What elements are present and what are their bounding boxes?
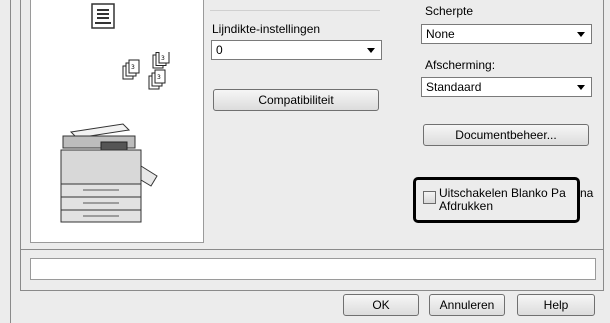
- chevron-down-icon: [577, 85, 585, 90]
- chevron-down-icon: [577, 32, 585, 37]
- svg-text:3: 3: [131, 64, 135, 71]
- sharpness-label: Scherpte: [425, 4, 474, 18]
- top-divider: [210, 10, 380, 11]
- svg-text:3: 3: [157, 74, 161, 81]
- sharpness-value: None: [426, 27, 455, 41]
- help-button[interactable]: Help: [517, 294, 595, 316]
- frame-left-line-inner: [20, 0, 21, 290]
- group-bottom-line: [20, 249, 604, 250]
- blank-pages-label-line2[interactable]: Afdrukken: [439, 199, 493, 213]
- info-text-box: [30, 258, 596, 280]
- page-layout-icon: [91, 3, 115, 29]
- paper-thickness-select[interactable]: 0: [211, 40, 382, 60]
- document-management-button[interactable]: Documentbeheer...: [423, 124, 589, 146]
- blank-pages-label-suffix: na: [580, 186, 594, 200]
- paper-thickness-label: Lijndikte-instellingen: [212, 22, 321, 36]
- smoothing-select[interactable]: Standaard: [421, 77, 592, 97]
- svg-text:3: 3: [161, 55, 165, 62]
- collated-copies-icon: 3 3 3: [122, 52, 170, 90]
- chevron-down-icon: [367, 48, 375, 53]
- smoothing-label: Afscherming:: [425, 58, 496, 72]
- frame-left-line: [10, 0, 11, 323]
- compatibility-button[interactable]: Compatibiliteit: [213, 89, 379, 111]
- printer-illustration: [60, 123, 158, 223]
- blank-pages-checkbox[interactable]: [423, 191, 436, 204]
- blank-pages-label-line1[interactable]: Uitschakelen Blanko Pa: [439, 186, 566, 200]
- paper-thickness-value: 0: [216, 43, 223, 57]
- ok-button[interactable]: OK: [343, 294, 419, 316]
- panel-bottom-line: [20, 290, 604, 291]
- frame-right-line: [603, 0, 604, 290]
- printer-preview-panel: 3 3 3: [30, 0, 204, 243]
- sharpness-select[interactable]: None: [421, 24, 592, 44]
- cancel-button[interactable]: Annuleren: [429, 294, 505, 316]
- smoothing-value: Standaard: [426, 80, 482, 94]
